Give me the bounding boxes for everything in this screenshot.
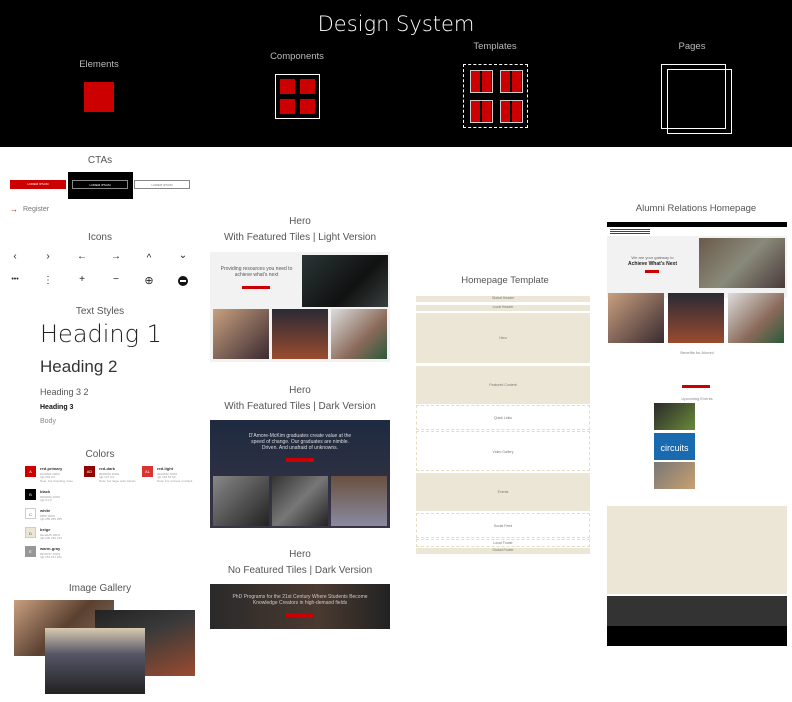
color-name: warm-gray [40, 546, 61, 551]
level-pages-label: Pages [678, 41, 706, 52]
color-name: white [40, 508, 51, 513]
heading-3-sample: Heading 3 [40, 404, 74, 411]
block-hero: Hero [416, 313, 590, 363]
block-video-gallery: Video Gallery [416, 431, 590, 471]
block-quick-links: Quick Links [416, 405, 590, 430]
homepage-template-title: Homepage Template [461, 275, 549, 286]
color-chip: B [25, 489, 36, 500]
hero-light-title: Hero [289, 216, 311, 227]
color-chip: AD [84, 466, 95, 477]
chevron-right-icon: › [46, 251, 50, 262]
color-name: red-dark [99, 466, 116, 471]
block-global-footer: Global Footer [416, 548, 590, 554]
colors-title: Colors [85, 449, 115, 460]
text-styles-title: Text Styles [75, 306, 125, 317]
hero-dark-preview: D'Amore-McKim graduates create value at … [210, 420, 390, 528]
block-local-header: Local Header [416, 305, 590, 311]
heading-3-2-sample: Heading 3 2 [40, 387, 89, 397]
block-local-footer: Local Footer [416, 539, 590, 547]
block-events: Events [416, 473, 590, 511]
body-sample: Body [40, 418, 56, 425]
heading-2-sample: Heading 2 [40, 357, 118, 376]
color-chip: D [25, 527, 36, 538]
component-grid-icon [275, 74, 320, 119]
heading-1-sample: Heading 1 [40, 320, 162, 348]
arrow-right-icon: → [111, 251, 121, 262]
color-rgb: rgb 0 0 0 [40, 498, 52, 502]
color-rgb: rgb 255 255 255 [40, 517, 62, 521]
minus-icon: − [113, 274, 119, 285]
register-link[interactable]: Register [23, 206, 49, 213]
chevron-up-icon: ^ [146, 253, 152, 264]
color-rgb: rgb 236 230 213 [40, 536, 62, 540]
plus-circle-icon: ⊕ [144, 275, 154, 287]
image-gallery-title: Image Gallery [68, 583, 132, 594]
page-title: Design System [317, 12, 475, 36]
color-chip: A [25, 466, 36, 477]
element-square-icon [84, 82, 114, 112]
more-vertical-icon: ⋮ [43, 275, 53, 286]
cta-dark-button[interactable]: LOREM IPSUM [72, 180, 128, 189]
color-note: Note: For large color blocks [99, 478, 136, 483]
hero-no-tiles-preview: PhD Programs for the 21st Century Where … [210, 584, 390, 629]
icons-title: Icons [88, 232, 112, 243]
color-rgb: rgb 151 151 151 [40, 555, 62, 559]
hero-light-preview: Providing resources you need to achieve … [210, 252, 390, 362]
hero-no-tiles-title: Hero [289, 549, 311, 560]
level-elements-label: Elements [79, 59, 119, 70]
hero-no-tiles-subtitle: No Featured Tiles | Dark Version [227, 565, 373, 576]
block-featured-content: Featured Content [416, 366, 590, 404]
hero-light-subtitle: With Featured Tiles | Light Version [223, 232, 377, 243]
plus-icon: + [79, 274, 85, 285]
color-name: red-primary [40, 466, 63, 471]
color-name: beige [40, 527, 51, 532]
alumni-homepage-preview: We are your gateway to Achieve What's Ne… [607, 222, 787, 646]
template-grid-icon [463, 64, 528, 128]
arrow-left-icon: ← [77, 251, 87, 262]
color-chip: AL [142, 466, 153, 477]
color-chip: C [25, 508, 36, 519]
ctas-title: CTAs [87, 155, 113, 166]
more-horizontal-icon: ••• [11, 276, 19, 283]
arrow-right-icon: → [10, 205, 18, 214]
chevron-left-icon: ‹ [13, 251, 17, 262]
block-social-feed: Social Feed [416, 513, 590, 538]
alumni-homepage-title: Alumni Relations Homepage [635, 203, 757, 214]
cta-light-button[interactable]: LOREM IPSUM [134, 180, 190, 189]
color-note: Note: For red text on black [157, 478, 193, 483]
hero-dark-title: Hero [289, 385, 311, 396]
color-name: black [40, 489, 51, 494]
color-note: Note: For branding, lines [40, 478, 73, 483]
chevron-down-icon: ⌄ [178, 250, 188, 261]
gallery-photo-3 [45, 628, 145, 694]
hero-dark-subtitle: With Featured Tiles | Dark Version [224, 401, 376, 412]
level-components-label: Components [270, 51, 324, 62]
level-templates-label: Templates [473, 41, 517, 52]
minus-circle-icon [178, 276, 188, 286]
cta-primary-button[interactable]: LOREM IPSUM [10, 180, 66, 189]
block-global-header: Global Header [416, 296, 590, 302]
color-name: red-light [157, 466, 173, 471]
color-chip: E [25, 546, 36, 557]
